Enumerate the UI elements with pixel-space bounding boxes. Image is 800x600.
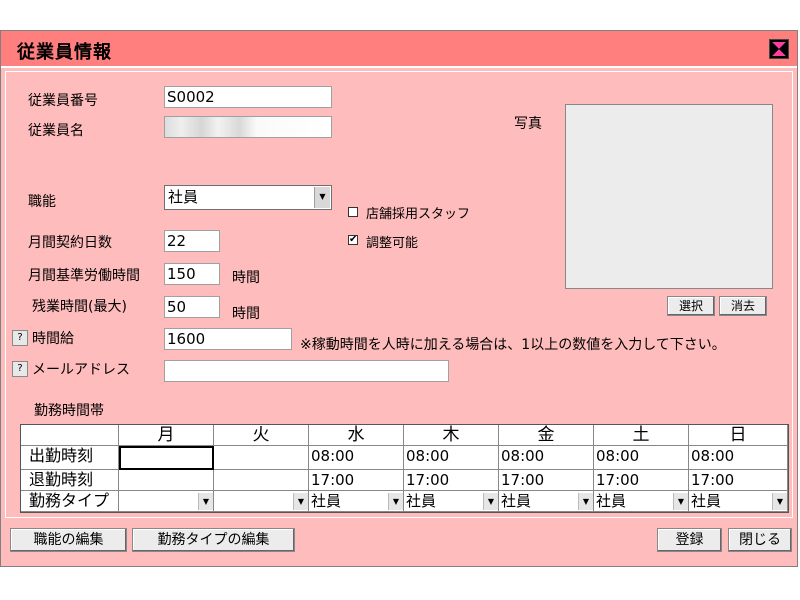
schedule-cell-value: 17:00 [311,471,355,489]
schedule-cell-value: 社員 [691,492,722,510]
schedule-cell-value: 08:00 [311,447,355,465]
schedule-cell[interactable]: 08:00 [309,446,404,470]
schedule-cell-value: 08:00 [691,447,735,465]
schedule-cell[interactable] [119,470,214,491]
schedule-cell[interactable]: 17:00 [404,470,499,491]
day-header: 木 [404,425,499,446]
schedule-title: 勤務時間帯 [34,403,104,419]
store-staff-checkbox[interactable] [348,207,358,217]
employee-number-label: 従業員番号 [28,93,98,109]
standard-hours-input[interactable]: 150 [164,263,220,285]
schedule-cell-value: 社員 [311,492,342,510]
store-staff-label: 店舗採用スタッフ [366,207,471,222]
row-header: 退勤時刻 [21,470,119,491]
contract-days-input[interactable]: 22 [164,230,220,252]
schedule-cell[interactable]: 08:00 [689,446,788,470]
schedule-cell[interactable]: 社員 ▼ [499,491,594,512]
chevron-down-icon[interactable]: ▼ [388,493,403,510]
row-header: 勤務タイプ [21,491,119,512]
schedule-cell[interactable]: 08:00 [499,446,594,470]
schedule-cell[interactable]: 17:00 [594,470,689,491]
edit-worktype-button[interactable]: 勤務タイプの編集 [132,528,295,552]
title-bar: 従業員情報 [1,31,797,68]
schedule-cell[interactable] [214,470,309,491]
schedule-cell-value: 08:00 [596,447,640,465]
schedule-cell-value: 社員 [501,492,532,510]
edit-role-button[interactable]: 職能の編集 [10,528,127,552]
hourly-wage-note: ※稼動時間を人時に加える場合は、1以上の数値を入力して下さい。 [300,337,726,353]
grid-corner [21,425,119,446]
standard-hours-unit: 時間 [232,270,260,286]
email-help-button[interactable]: ? [12,361,28,377]
schedule-cell[interactable]: 17:00 [689,470,788,491]
hourly-wage-help-button[interactable]: ? [12,330,28,346]
email-input[interactable] [164,360,449,382]
schedule-cell-value: 08:00 [406,447,450,465]
overtime-unit: 時間 [232,306,260,322]
overtime-input[interactable]: 50 [164,296,220,318]
close-button[interactable]: 閉じる [728,528,792,552]
chevron-down-icon[interactable]: ▼ [293,493,308,510]
schedule-cell-value: 17:00 [501,471,545,489]
chevron-down-icon[interactable]: ▼ [772,493,787,510]
employee-name-label: 従業員名 [28,123,84,139]
select-photo-button[interactable]: 選択 [667,296,715,316]
schedule-cell-value: 社員 [596,492,627,510]
schedule-cell[interactable]: 08:00 [594,446,689,470]
adjustable-label: 調整可能 [366,236,419,251]
schedule-cell-value: 08:00 [501,447,545,465]
photo-label: 写真 [514,116,542,132]
chevron-down-icon[interactable]: ▼ [483,493,498,510]
employee-name-input[interactable] [164,116,332,138]
day-header: 日 [689,425,788,446]
day-header: 水 [309,425,404,446]
close-window-button[interactable] [769,39,789,59]
standard-hours-label: 月間基準労働時間 [28,268,140,284]
schedule-cell-value: 17:00 [406,471,450,489]
hourly-wage-label: 時間給 [32,331,74,347]
chevron-down-icon[interactable]: ▼ [578,493,593,510]
email-label: メールアドレス [32,362,130,378]
schedule-cell-value: 17:00 [691,471,735,489]
role-select-value: 社員 [168,188,199,206]
day-header: 金 [499,425,594,446]
overtime-label: 残業時間(最大) [32,299,127,315]
schedule-cell[interactable] [119,446,214,470]
schedule-grid: 月火水木金土日出勤時刻 08:00 08:00 08:00 08:00 08:00 退勤時刻… [20,424,789,513]
schedule-cell[interactable]: ▼ [119,491,214,512]
adjustable-checkbox[interactable]: ✔ [348,235,358,245]
role-label: 職能 [28,194,56,210]
clear-photo-button[interactable]: 消去 [719,296,767,316]
register-button[interactable]: 登録 [657,528,722,552]
role-select[interactable]: 社員 ▼ [164,185,332,210]
schedule-cell[interactable]: 社員 ▼ [309,491,404,512]
schedule-cell[interactable] [214,446,309,470]
photo-box [565,104,773,289]
schedule-cell[interactable]: ▼ [214,491,309,512]
schedule-cell[interactable]: 社員 ▼ [594,491,689,512]
day-header: 月 [119,425,214,446]
close-x-icon [772,42,786,56]
hourly-wage-input[interactable]: 1600 [164,328,292,350]
day-header: 火 [214,425,309,446]
schedule-cell[interactable]: 17:00 [309,470,404,491]
chevron-down-icon: ▼ [314,187,330,208]
contract-days-label: 月間契約日数 [28,235,112,251]
employee-number-input[interactable]: S0002 [164,86,332,108]
window-title: 従業員情報 [17,42,112,63]
schedule-cell[interactable]: 社員 ▼ [404,491,499,512]
chevron-down-icon[interactable]: ▼ [198,493,213,510]
schedule-cell[interactable]: 社員 ▼ [689,491,788,512]
schedule-cell-value: 社員 [406,492,437,510]
schedule-cell[interactable]: 17:00 [499,470,594,491]
schedule-cell[interactable]: 08:00 [404,446,499,470]
day-header: 土 [594,425,689,446]
chevron-down-icon[interactable]: ▼ [673,493,688,510]
schedule-cell-value: 17:00 [596,471,640,489]
row-header: 出勤時刻 [21,446,119,470]
